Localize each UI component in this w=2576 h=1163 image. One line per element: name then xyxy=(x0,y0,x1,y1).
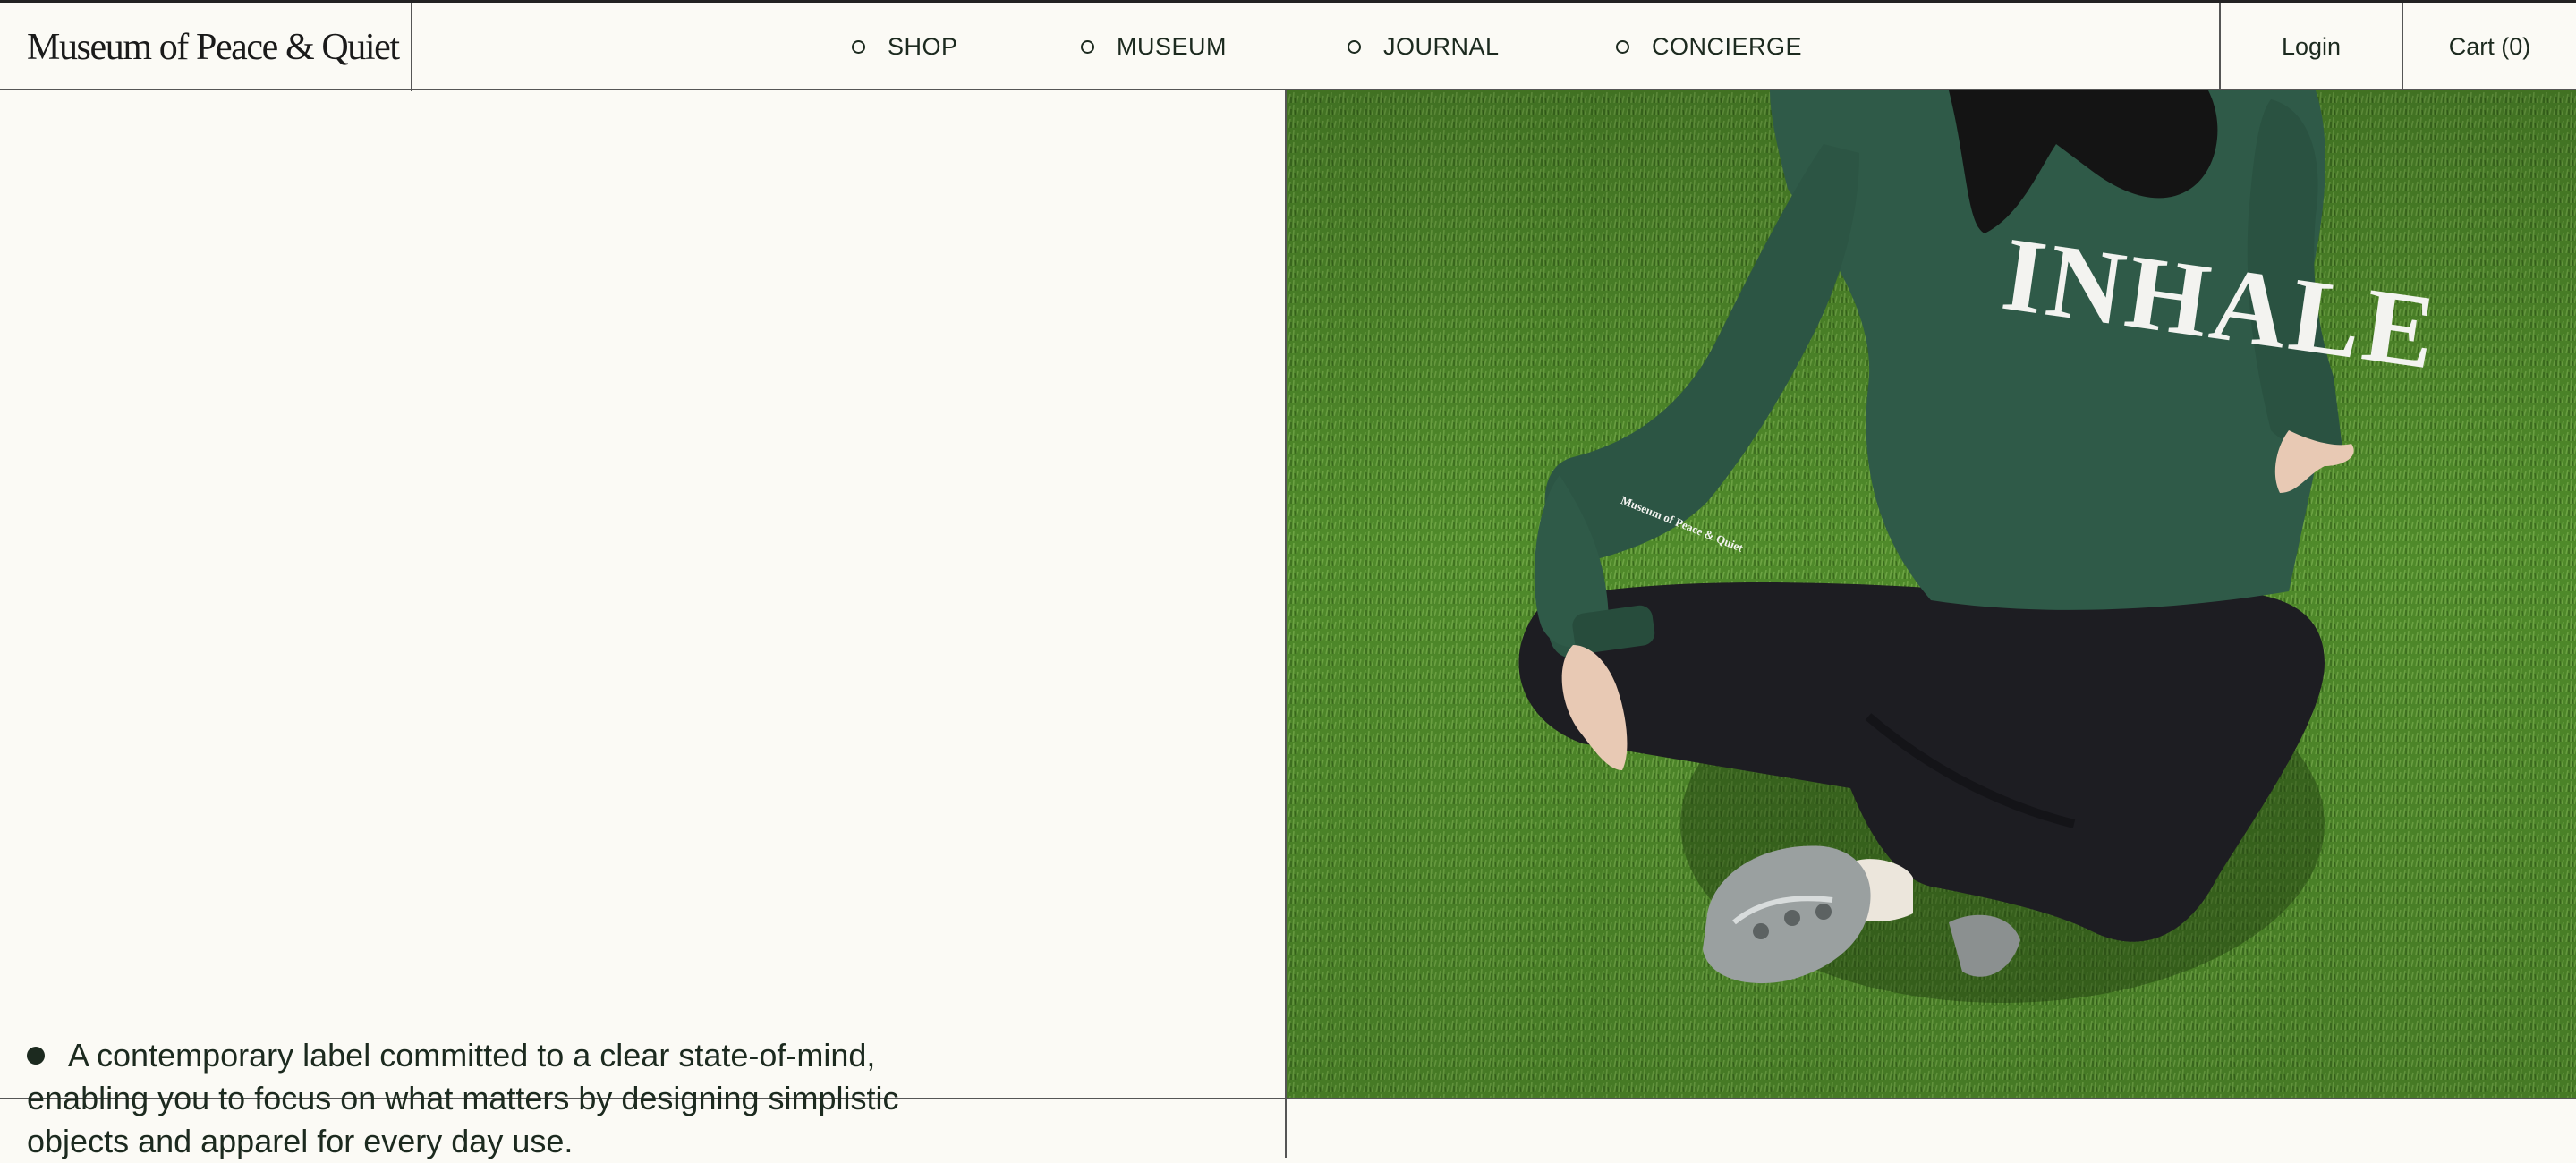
circle-icon xyxy=(852,40,865,54)
nav-label-museum: MUSEUM xyxy=(1117,33,1227,60)
nav-label-shop: SHOP xyxy=(888,33,958,60)
bullet-dot-icon xyxy=(27,1047,45,1065)
top-navigation-bar: Museum of Peace & Quiet SHOP MUSEUM JOUR… xyxy=(0,0,2576,91)
next-section-left xyxy=(0,1099,1287,1158)
hero-image: INHALE Museum of Peace & Quiet xyxy=(1287,90,2576,1099)
nav-label-concierge: CONCIERGE xyxy=(1652,33,1803,60)
login-button[interactable]: Login xyxy=(2219,3,2402,91)
circle-icon xyxy=(1616,40,1629,54)
cart-button[interactable]: Cart (0) xyxy=(2402,3,2576,91)
nav-item-concierge[interactable]: CONCIERGE xyxy=(1616,3,1802,91)
circle-icon xyxy=(1348,40,1361,54)
nav-label-journal: JOURNAL xyxy=(1383,33,1500,60)
hero-photo-illustration: INHALE Museum of Peace & Quiet xyxy=(1287,90,2576,1098)
nav-item-museum[interactable]: MUSEUM xyxy=(1081,3,1227,91)
nav-item-journal[interactable]: JOURNAL xyxy=(1348,3,1500,91)
intro-panel: A contemporary label committed to a clea… xyxy=(0,90,1287,1159)
brand-logo[interactable]: Museum of Peace & Quiet xyxy=(0,3,412,91)
next-section-right xyxy=(1287,1099,2576,1158)
nav-item-shop[interactable]: SHOP xyxy=(852,3,958,91)
circle-icon xyxy=(1081,40,1094,54)
